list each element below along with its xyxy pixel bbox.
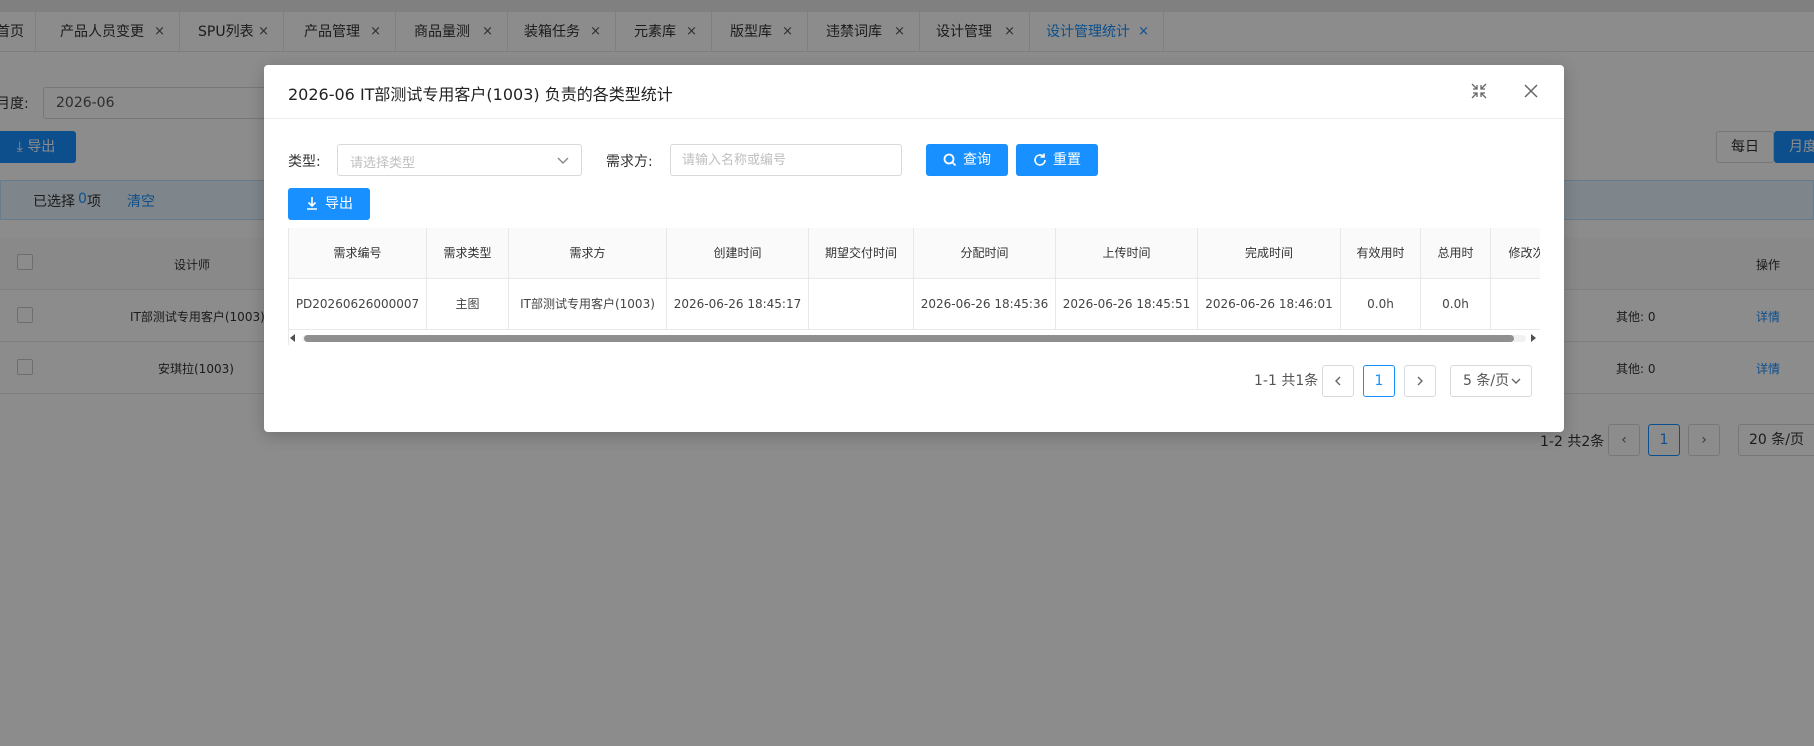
page-size-value: 5 条/页 [1463,373,1510,389]
cell-modify-count [1491,279,1540,330]
reset-button[interactable]: 重置 [1016,144,1098,176]
demander-label: 需求方: [606,154,653,170]
scroll-thumb[interactable] [304,335,1514,342]
cell-demander: IT部测试专用客户(1003) [509,279,667,330]
demander-input[interactable] [670,144,902,176]
close-icon[interactable] [1521,81,1541,101]
pagination-total: 1-1 共1条 [1254,373,1319,389]
header-demander: 需求方 [509,228,667,279]
chevron-down-icon [557,157,569,164]
page-size-select[interactable]: 5 条/页 [1450,365,1532,397]
reload-icon [1034,153,1046,166]
header-demand-type: 需求类型 [427,228,509,279]
download-icon [307,197,317,210]
cell-demand-type: 主图 [427,279,509,330]
header-modify-count: 修改次数 [1491,228,1540,279]
cell-expected-delivery [809,279,914,330]
cell-finish-time: 2026-06-26 18:46:01 [1198,279,1341,330]
shrink-icon[interactable] [1469,81,1489,101]
modal-header: 2026-06 IT部测试专用客户(1003) 负责的各类型统计 [264,65,1564,119]
type-placeholder: 请选择类型 [350,156,416,171]
cell-effective-time: 0.0h [1341,279,1421,330]
detail-table: 需求编号 需求类型 需求方 创建时间 期望交付时间 分配时间 上传时间 完成时间… [288,228,1540,345]
cell-demand-no: PD20260626000007 [289,279,427,330]
header-effective-time: 有效用时 [1341,228,1421,279]
search-icon [943,153,957,167]
cell-created-time: 2026-06-26 18:45:17 [667,279,809,330]
type-select[interactable]: 请选择类型 [337,144,582,176]
type-label: 类型: [288,154,321,170]
header-assigned-time: 分配时间 [914,228,1056,279]
modal-export-button[interactable]: 导出 [288,188,370,220]
cell-total-time: 0.0h [1421,279,1491,330]
query-label: 查询 [963,152,991,168]
header-upload-time: 上传时间 [1056,228,1198,279]
modal-export-label: 导出 [325,196,353,212]
header-expected-delivery: 期望交付时间 [809,228,914,279]
modal-title: 2026-06 IT部测试专用客户(1003) 负责的各类型统计 [288,85,673,104]
table-horizontal-scrollbar[interactable] [288,331,1540,345]
chevron-left-icon [1335,376,1341,386]
next-page-button[interactable] [1404,365,1436,397]
header-created-time: 创建时间 [667,228,809,279]
cell-upload-time: 2026-06-26 18:45:51 [1056,279,1198,330]
scroll-right-icon[interactable] [1531,334,1536,342]
prev-page-button[interactable] [1322,365,1354,397]
header-demand-no: 需求编号 [289,228,427,279]
scroll-left-icon[interactable] [290,334,295,342]
cell-assigned-time: 2026-06-26 18:45:36 [914,279,1056,330]
page-1-button[interactable]: 1 [1363,365,1395,397]
reset-label: 重置 [1053,152,1081,168]
header-finish-time: 完成时间 [1198,228,1341,279]
query-button[interactable]: 查询 [926,144,1008,176]
stats-modal: 2026-06 IT部测试专用客户(1003) 负责的各类型统计 类型: 请选择… [264,65,1564,432]
chevron-right-icon [1417,376,1423,386]
chevron-down-icon [1511,378,1521,384]
header-total-time: 总用时 [1421,228,1491,279]
